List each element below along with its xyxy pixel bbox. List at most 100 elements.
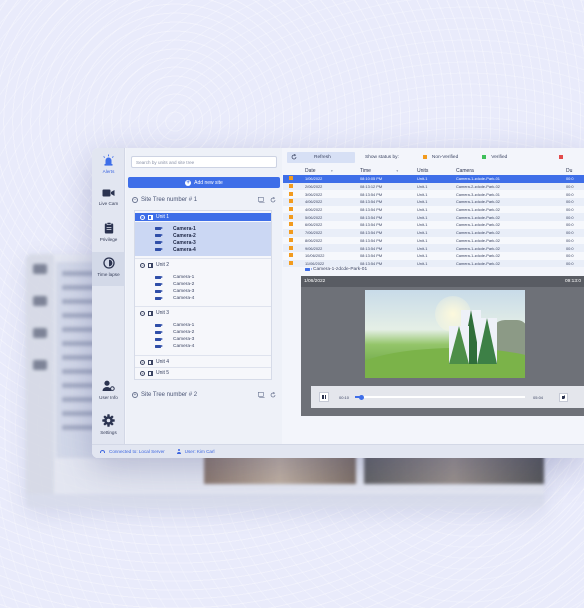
seek-handle[interactable] (359, 394, 365, 400)
background-statusbar (26, 494, 544, 508)
camera-item[interactable]: Camera-3 (135, 288, 271, 295)
table-cell: 08:13:54 PM (360, 190, 417, 199)
unit-row[interactable]: + Unit 4 (135, 358, 271, 366)
camera-item[interactable]: Camera-4 (135, 246, 271, 253)
unit-row[interactable]: + Unit 5 (135, 369, 271, 377)
camera-item[interactable]: Camera-3 (135, 336, 271, 343)
expand-icon[interactable]: + (140, 370, 145, 376)
search-input[interactable]: Search by units and site tree (131, 156, 277, 168)
table-row[interactable]: 6/06/2022 08:13:54 PM Unit-1 Camera-1-zdcde… (283, 221, 584, 229)
table-row[interactable]: 3/06/2022 08:13:54 PM Unit-1 Camera-3-zdcde… (283, 190, 584, 199)
user-icon (176, 449, 181, 454)
gear-icon (102, 414, 115, 427)
refresh-icon (291, 154, 297, 160)
table-row[interactable]: 1/06/2022 08:10:05 PM Unit-1 Camera-1-zdcde… (283, 175, 584, 183)
pause-button[interactable] (319, 392, 329, 402)
unit-add-icon[interactable] (258, 197, 265, 203)
camera-item[interactable]: Camera-2 (135, 329, 271, 336)
unit-icon (148, 359, 153, 365)
status-cell (283, 205, 305, 214)
unit-icon (148, 262, 153, 268)
unit-name: Unit 3 (156, 310, 170, 316)
table-cell: 00:0 (566, 198, 584, 206)
nav-item-time-lapse[interactable]: Time lapse (92, 252, 125, 286)
site-header[interactable]: − Site Tree number # 1 (128, 193, 280, 207)
camera-item[interactable]: Camera-3 (135, 239, 271, 246)
unit-add-icon[interactable] (258, 392, 265, 398)
table-row[interactable]: 2/06/2022 08:13:12 PM Unit-1 Camera-2-zdcde… (283, 182, 584, 191)
add-site-button[interactable]: + Add new site (128, 177, 280, 188)
status-flag (289, 230, 293, 235)
status-cell (283, 251, 305, 260)
filter-alarm[interactable] (559, 155, 564, 159)
filter-verified[interactable]: Verified (482, 155, 507, 160)
table-cell: Camera-1-zdcde-Park-02 (456, 221, 566, 229)
collapse-icon[interactable]: − (132, 197, 138, 203)
camera-item[interactable]: Camera-1 (135, 225, 271, 232)
table-cell: 08:13:54 PM (360, 198, 417, 206)
unit-row[interactable]: − Unit 1 (135, 213, 271, 221)
expand-icon[interactable]: + (132, 392, 138, 398)
table-cell: 00:0 (566, 175, 584, 183)
site-header[interactable]: + Site Tree number # 2 (128, 388, 280, 402)
collapse-icon[interactable]: − (140, 310, 145, 316)
table-row[interactable]: 9/06/2022 08:13:54 PM Unit-1 Camera-1-zdcde… (283, 244, 584, 252)
table-row[interactable]: 4/06/2022 08:13:54 PM Unit-1 Camera-1-zdcde… (283, 198, 584, 206)
unit-name: Unit 5 (156, 370, 170, 376)
sort-icon[interactable]: ▾ (396, 169, 398, 173)
unit-row[interactable]: − Unit 2 (135, 261, 271, 269)
site-name: Site Tree number # 1 (141, 197, 198, 203)
table-cell: Camera-1-zdcde-Park-02 (456, 213, 566, 222)
video-camera-icon (155, 226, 163, 231)
nav-item-privilege[interactable]: Privilege (92, 222, 125, 250)
nav-item-settings[interactable]: Settings (92, 414, 125, 442)
nav-item-user-info[interactable]: User Info (92, 380, 125, 408)
sort-icon[interactable]: ▾ (331, 169, 333, 173)
header-time[interactable]: Time ▾ (360, 166, 417, 175)
alarm-siren-icon (103, 154, 114, 166)
table-cell: Camera-1-zdcde-Park-02 (456, 228, 566, 237)
refresh-button[interactable]: Refresh (287, 151, 355, 163)
camera-item[interactable]: Camera-4 (135, 343, 271, 350)
table-cell: 00:0 (566, 182, 584, 191)
header-camera[interactable]: Camera (456, 166, 566, 175)
filter-non-verified[interactable]: Non-Verified (422, 155, 458, 160)
nav-item-alerts[interactable]: Alerts (92, 154, 125, 182)
camera-item[interactable]: Camera-2 (135, 281, 271, 288)
status-flag (289, 199, 293, 204)
header-date[interactable]: Date ▾ (305, 166, 360, 175)
refresh-icon[interactable] (270, 197, 276, 203)
camera-item[interactable]: Camera-4 (135, 295, 271, 302)
divider (135, 367, 271, 368)
nav-item-live-cam[interactable]: Live Cam (92, 188, 125, 216)
events-table: Date ▾ Time ▾ Units Camera Du 1/06/2022 0… (283, 166, 584, 268)
table-row[interactable]: 5/06/2022 08:13:54 PM Unit-1 Camera-1-zdcde… (283, 213, 584, 222)
status-flag (289, 245, 293, 250)
video-camera-icon (155, 282, 163, 287)
camera-item[interactable]: Camera-1 (135, 322, 271, 329)
header-duration[interactable]: Du (566, 166, 584, 175)
camera-item[interactable]: Camera-2 (135, 232, 271, 239)
expand-icon[interactable]: + (140, 359, 145, 365)
mute-button[interactable] (559, 392, 569, 402)
table-cell: Unit-1 (417, 175, 456, 183)
header-units[interactable]: Units (417, 166, 456, 175)
table-row[interactable]: 8/06/2022 08:13:54 PM Unit-1 Camera-1-zdcde… (283, 236, 584, 245)
unit-row[interactable]: − Unit 3 (135, 309, 271, 317)
camera-item[interactable]: Camera-1 (135, 274, 271, 281)
collapse-icon[interactable]: − (140, 214, 145, 220)
video-frame[interactable] (365, 290, 525, 378)
collapse-icon[interactable]: − (140, 262, 145, 268)
seek-bar[interactable] (355, 394, 526, 400)
connection-icon (100, 450, 105, 453)
table-cell: 00:0 (566, 221, 584, 229)
table-row[interactable]: 7/06/2022 08:13:54 PM Unit-1 Camera-1-zdcde… (283, 228, 584, 237)
header-label: Time (360, 167, 371, 174)
end-time: 05:04 (533, 394, 544, 400)
table-cell: 08:13:54 PM (360, 251, 417, 260)
refresh-icon[interactable] (270, 392, 276, 398)
table-cell: 08:13:54 PM (360, 236, 417, 245)
clip-name: Camera-1-zdcde-Park-01 (313, 267, 368, 272)
table-row[interactable]: 10/06/2022 08:13:54 PM Unit-1 Camera-1-zdcd… (283, 251, 584, 260)
table-row[interactable]: 4/06/2022 08:13:54 PM Unit-1 Camera-1-zdcde… (283, 205, 584, 214)
